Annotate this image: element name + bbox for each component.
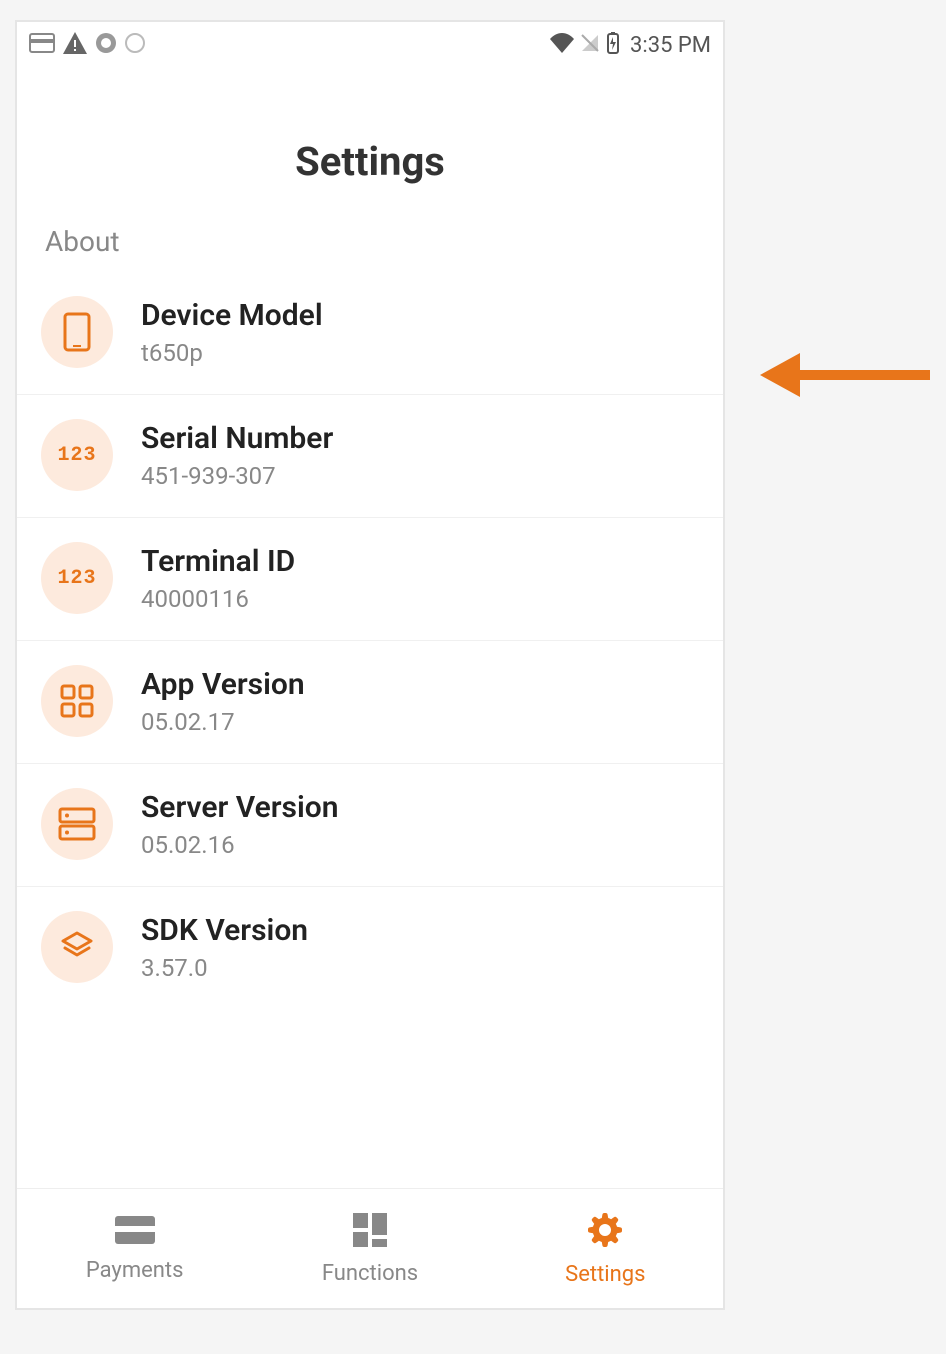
- nav-label: Settings: [565, 1262, 645, 1287]
- status-bar: 3:35 PM: [17, 22, 723, 68]
- list-item-label: Device Model: [141, 298, 323, 333]
- nav-payments[interactable]: Payments: [17, 1189, 252, 1308]
- list-item-text: Serial Number 451-939-307: [141, 421, 333, 490]
- list-item-value: 05.02.16: [141, 831, 338, 859]
- list-item-serial-number[interactable]: 123 Serial Number 451-939-307: [17, 395, 723, 518]
- status-bar-right: 3:35 PM: [550, 32, 711, 58]
- nav-label: Payments: [86, 1258, 184, 1283]
- server-icon: [41, 788, 113, 860]
- device-frame: 3:35 PM Settings About Device Model t650…: [15, 20, 725, 1310]
- annotation-arrow-icon: [755, 345, 935, 409]
- list-item-text: Server Version 05.02.16: [141, 790, 338, 859]
- settings-gear-icon: [585, 1210, 625, 1262]
- nav-label: Functions: [322, 1261, 418, 1286]
- list-item-value: 3.57.0: [141, 954, 308, 982]
- list-item-label: Server Version: [141, 790, 338, 825]
- list-item-server-version[interactable]: Server Version 05.02.16: [17, 764, 723, 887]
- about-list: Device Model t650p 123 Serial Number 451…: [17, 272, 723, 1009]
- layers-icon: [41, 911, 113, 983]
- nav-settings[interactable]: Settings: [488, 1189, 723, 1308]
- warning-icon: [63, 32, 87, 58]
- list-item-device-model[interactable]: Device Model t650p: [17, 272, 723, 395]
- status-time: 3:35 PM: [630, 33, 711, 58]
- nav-functions[interactable]: Functions: [252, 1189, 487, 1308]
- numeric-icon: 123: [41, 419, 113, 491]
- dot-icon: [125, 33, 145, 57]
- list-item-value: 40000116: [141, 585, 295, 613]
- status-bar-left: [29, 32, 145, 58]
- signal-no-sim-icon: [580, 33, 600, 57]
- numeric-icon: 123: [41, 542, 113, 614]
- list-item-app-version[interactable]: App Version 05.02.17: [17, 641, 723, 764]
- bottom-nav: Payments Functions Settings: [17, 1188, 723, 1308]
- payments-icon: [113, 1214, 157, 1258]
- list-item-text: App Version 05.02.17: [141, 667, 305, 736]
- device-icon: [41, 296, 113, 368]
- list-item-label: App Version: [141, 667, 305, 702]
- battery-charging-icon: [606, 32, 620, 58]
- list-item-label: SDK Version: [141, 913, 308, 948]
- section-label-about: About: [45, 225, 723, 258]
- list-item-value: 05.02.17: [141, 708, 305, 736]
- list-item-value: t650p: [141, 339, 323, 367]
- app-circle-icon: [95, 32, 117, 58]
- functions-icon: [351, 1211, 389, 1261]
- list-item-label: Terminal ID: [141, 544, 295, 579]
- list-item-text: Device Model t650p: [141, 298, 323, 367]
- list-item-text: Terminal ID 40000116: [141, 544, 295, 613]
- card-icon: [29, 33, 55, 57]
- list-item-value: 451-939-307: [141, 462, 333, 490]
- list-item-sdk-version[interactable]: SDK Version 3.57.0: [17, 887, 723, 1009]
- page-title: Settings: [17, 138, 723, 185]
- wifi-icon: [550, 33, 574, 57]
- list-item-text: SDK Version 3.57.0: [141, 913, 308, 982]
- list-item-terminal-id[interactable]: 123 Terminal ID 40000116: [17, 518, 723, 641]
- apps-icon: [41, 665, 113, 737]
- list-item-label: Serial Number: [141, 421, 333, 456]
